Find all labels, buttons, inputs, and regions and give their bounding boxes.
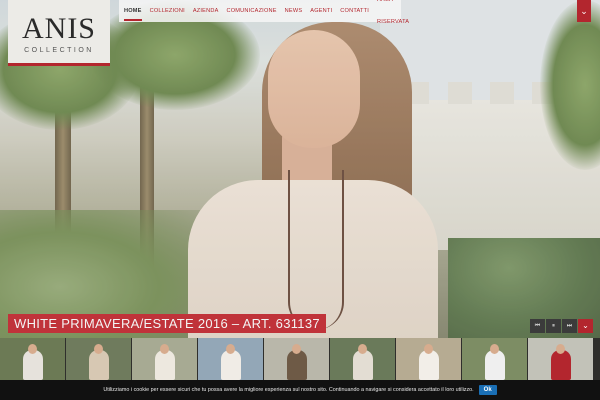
thumbnail-model-head — [556, 344, 565, 354]
thumbnail-item[interactable] — [264, 338, 329, 380]
nav-item-area-riservata[interactable]: AREA RISERVATA — [377, 0, 409, 33]
thumbnail-item[interactable] — [396, 338, 461, 380]
chevron-down-icon: ⌄ — [582, 321, 589, 330]
cookie-text: Utilizziamo i cookie per essere sicuri c… — [103, 387, 474, 393]
pause-icon: ⏸ — [551, 323, 555, 329]
prev-slide-button[interactable]: ⏮ — [530, 319, 545, 333]
thumbnail-model-head — [94, 344, 103, 354]
collapse-thumbnails-button[interactable]: ⌄ — [578, 319, 593, 333]
thumbnail-model — [484, 350, 505, 380]
thumbnail-model-head — [490, 344, 499, 354]
nav-item-azienda[interactable]: AZIENDA — [193, 0, 219, 22]
nav-item-home[interactable]: HOME — [124, 0, 142, 22]
nav-item-contatti[interactable]: CONTATTI — [340, 0, 369, 22]
nav-item-agenti[interactable]: AGENTI — [310, 0, 332, 22]
thumbnail-model-head — [292, 344, 301, 354]
slideshow-controls: ⏮ ⏸ ⏭ ⌄ — [530, 319, 594, 333]
thumbnail-item[interactable] — [528, 338, 593, 380]
thumbnail-item[interactable] — [462, 338, 527, 380]
thumbnail-item[interactable] — [132, 338, 197, 380]
thumbnail-item[interactable] — [66, 338, 131, 380]
thumbnail-model — [88, 350, 109, 380]
nav-item-news[interactable]: NEWS — [285, 0, 303, 22]
thumbnail-model-head — [226, 344, 235, 354]
thumbnail-model-head — [358, 344, 367, 354]
top-toggle-button[interactable]: ⌄ — [577, 0, 591, 22]
next-slide-button[interactable]: ⏭ — [562, 319, 577, 333]
slide-caption: WHITE PRIMAVERA/ESTATE 2016 – ART. 63113… — [8, 314, 326, 333]
cookie-banner: Utilizziamo i cookie per essere sicuri c… — [0, 380, 600, 400]
thumbnail-strip — [0, 338, 600, 380]
thumbnail-model — [154, 350, 175, 380]
thumbnail-model-head — [424, 344, 433, 354]
cookie-ok-button[interactable]: Ok — [478, 385, 497, 395]
nav-item-collezioni[interactable]: COLLEZIONI — [150, 0, 185, 22]
thumbnail-model-head — [160, 344, 169, 354]
thumbnail-item[interactable] — [0, 338, 65, 380]
thumbnail-model — [352, 350, 373, 380]
thumbnail-model — [418, 350, 439, 380]
nav-item-comunicazione[interactable]: COMUNICAZIONE — [227, 0, 277, 22]
thumbnail-model — [550, 350, 571, 380]
skip-back-icon: ⏮ — [534, 323, 541, 329]
thumbnail-item[interactable] — [330, 338, 395, 380]
logo-brand: ANIS — [21, 12, 96, 45]
thumbnail-model — [286, 350, 307, 380]
thumbnail-model — [22, 350, 43, 380]
thumbnail-model-head — [28, 344, 37, 354]
main-nav: HOME COLLEZIONI AZIENDA COMUNICAZIONE NE… — [119, 0, 409, 25]
thumbnail-model — [220, 350, 241, 380]
thumbnail-item[interactable] — [198, 338, 263, 380]
skip-forward-icon: ⏭ — [566, 323, 573, 329]
logo-subtitle: COLLECTION — [24, 47, 94, 54]
chevron-down-icon: ⌄ — [580, 6, 588, 16]
pause-button[interactable]: ⏸ — [546, 319, 561, 333]
site-logo[interactable]: ANIS COLLECTION — [8, 0, 110, 66]
